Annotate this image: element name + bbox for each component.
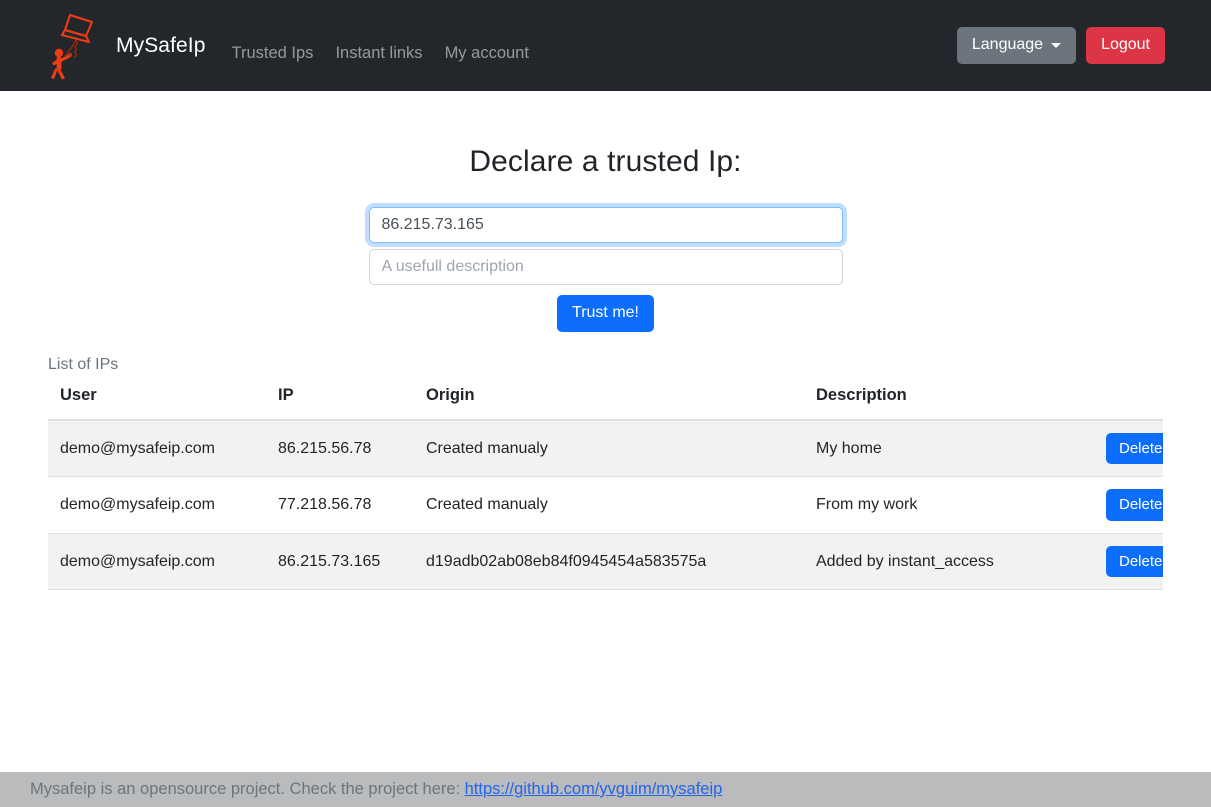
column-header-actions	[1094, 385, 1163, 421]
language-dropdown-button[interactable]: Language	[956, 27, 1077, 64]
cell-origin: d19adb02ab08eb84f0945454a583575a	[414, 532, 804, 591]
delete-button[interactable]: Delete	[1106, 545, 1163, 578]
nav-link-my-account[interactable]: My account	[445, 44, 529, 63]
nav-link-instant-links[interactable]: Instant links	[335, 44, 422, 63]
cell-action: Delete	[1094, 476, 1163, 534]
cell-ip: 86.215.56.78	[266, 419, 414, 477]
column-header-user: User	[48, 385, 266, 421]
nav-link-trusted-ips[interactable]: Trusted Ips	[232, 44, 314, 63]
language-button-label: Language	[971, 36, 1044, 54]
column-header-origin: Origin	[414, 385, 804, 421]
table-row: demo@mysafeip.com 77.218.56.78 Created m…	[48, 476, 1163, 534]
ip-table-block: List of IPs User IP Origin Description d…	[48, 356, 1163, 591]
cell-ip: 86.215.73.165	[266, 532, 414, 591]
cell-description: Added by instant_access	[804, 532, 1094, 591]
submit-wrap: Trust me!	[557, 295, 654, 332]
column-header-description: Description	[804, 385, 1094, 421]
ip-table: User IP Origin Description demo@mysafeip…	[48, 385, 1163, 591]
delete-button[interactable]: Delete	[1106, 489, 1163, 521]
cell-description: From my work	[804, 476, 1094, 534]
chevron-down-icon	[1051, 42, 1062, 48]
brand-group[interactable]: MySafeIp	[48, 10, 206, 82]
description-field-wrap	[368, 249, 843, 285]
page-footer: Mysafeip is an opensource project. Check…	[0, 772, 1211, 807]
table-body: demo@mysafeip.com 86.215.56.78 Created m…	[48, 419, 1163, 591]
cell-action: Delete	[1094, 419, 1163, 477]
cell-ip: 77.218.56.78	[266, 476, 414, 534]
main-container: Declare a trusted Ip: Trust me! List of …	[0, 145, 1211, 591]
brand-title: MySafeIp	[116, 33, 206, 57]
logout-button[interactable]: Logout	[1086, 27, 1165, 64]
cell-description: My home	[804, 419, 1094, 477]
cell-action: Delete	[1094, 532, 1163, 591]
cell-user: demo@mysafeip.com	[48, 419, 266, 477]
kite-logo-icon	[51, 13, 93, 80]
top-navbar: MySafeIp Trusted Ips Instant links My ac…	[0, 0, 1211, 91]
table-row: demo@mysafeip.com 86.215.73.165 d19adb02…	[48, 532, 1163, 591]
footer-text: Mysafeip is an opensource project. Check…	[30, 780, 461, 798]
column-header-ip: IP	[266, 385, 414, 421]
table-caption: List of IPs	[48, 355, 119, 373]
ip-input[interactable]	[368, 207, 843, 243]
ip-field-wrap	[368, 207, 843, 243]
cell-origin: Created manualy	[414, 419, 804, 477]
cell-origin: Created manualy	[414, 476, 804, 534]
navbar-actions: Language Logout	[956, 27, 1195, 64]
nav-links: Trusted Ips Instant links My account	[232, 28, 529, 63]
delete-button[interactable]: Delete	[1106, 432, 1163, 465]
trust-me-button[interactable]: Trust me!	[557, 295, 654, 332]
table-row: demo@mysafeip.com 86.215.56.78 Created m…	[48, 419, 1163, 477]
cell-user: demo@mysafeip.com	[48, 476, 266, 534]
declare-ip-form: Trust me!	[48, 207, 1163, 332]
table-head: User IP Origin Description	[48, 385, 1163, 421]
description-input[interactable]	[368, 249, 843, 285]
table-header-row: User IP Origin Description	[48, 385, 1163, 421]
page-title: Declare a trusted Ip:	[469, 145, 742, 178]
cell-user: demo@mysafeip.com	[48, 532, 266, 591]
footer-github-link[interactable]: https://github.com/yvguim/mysafeip	[465, 780, 723, 799]
